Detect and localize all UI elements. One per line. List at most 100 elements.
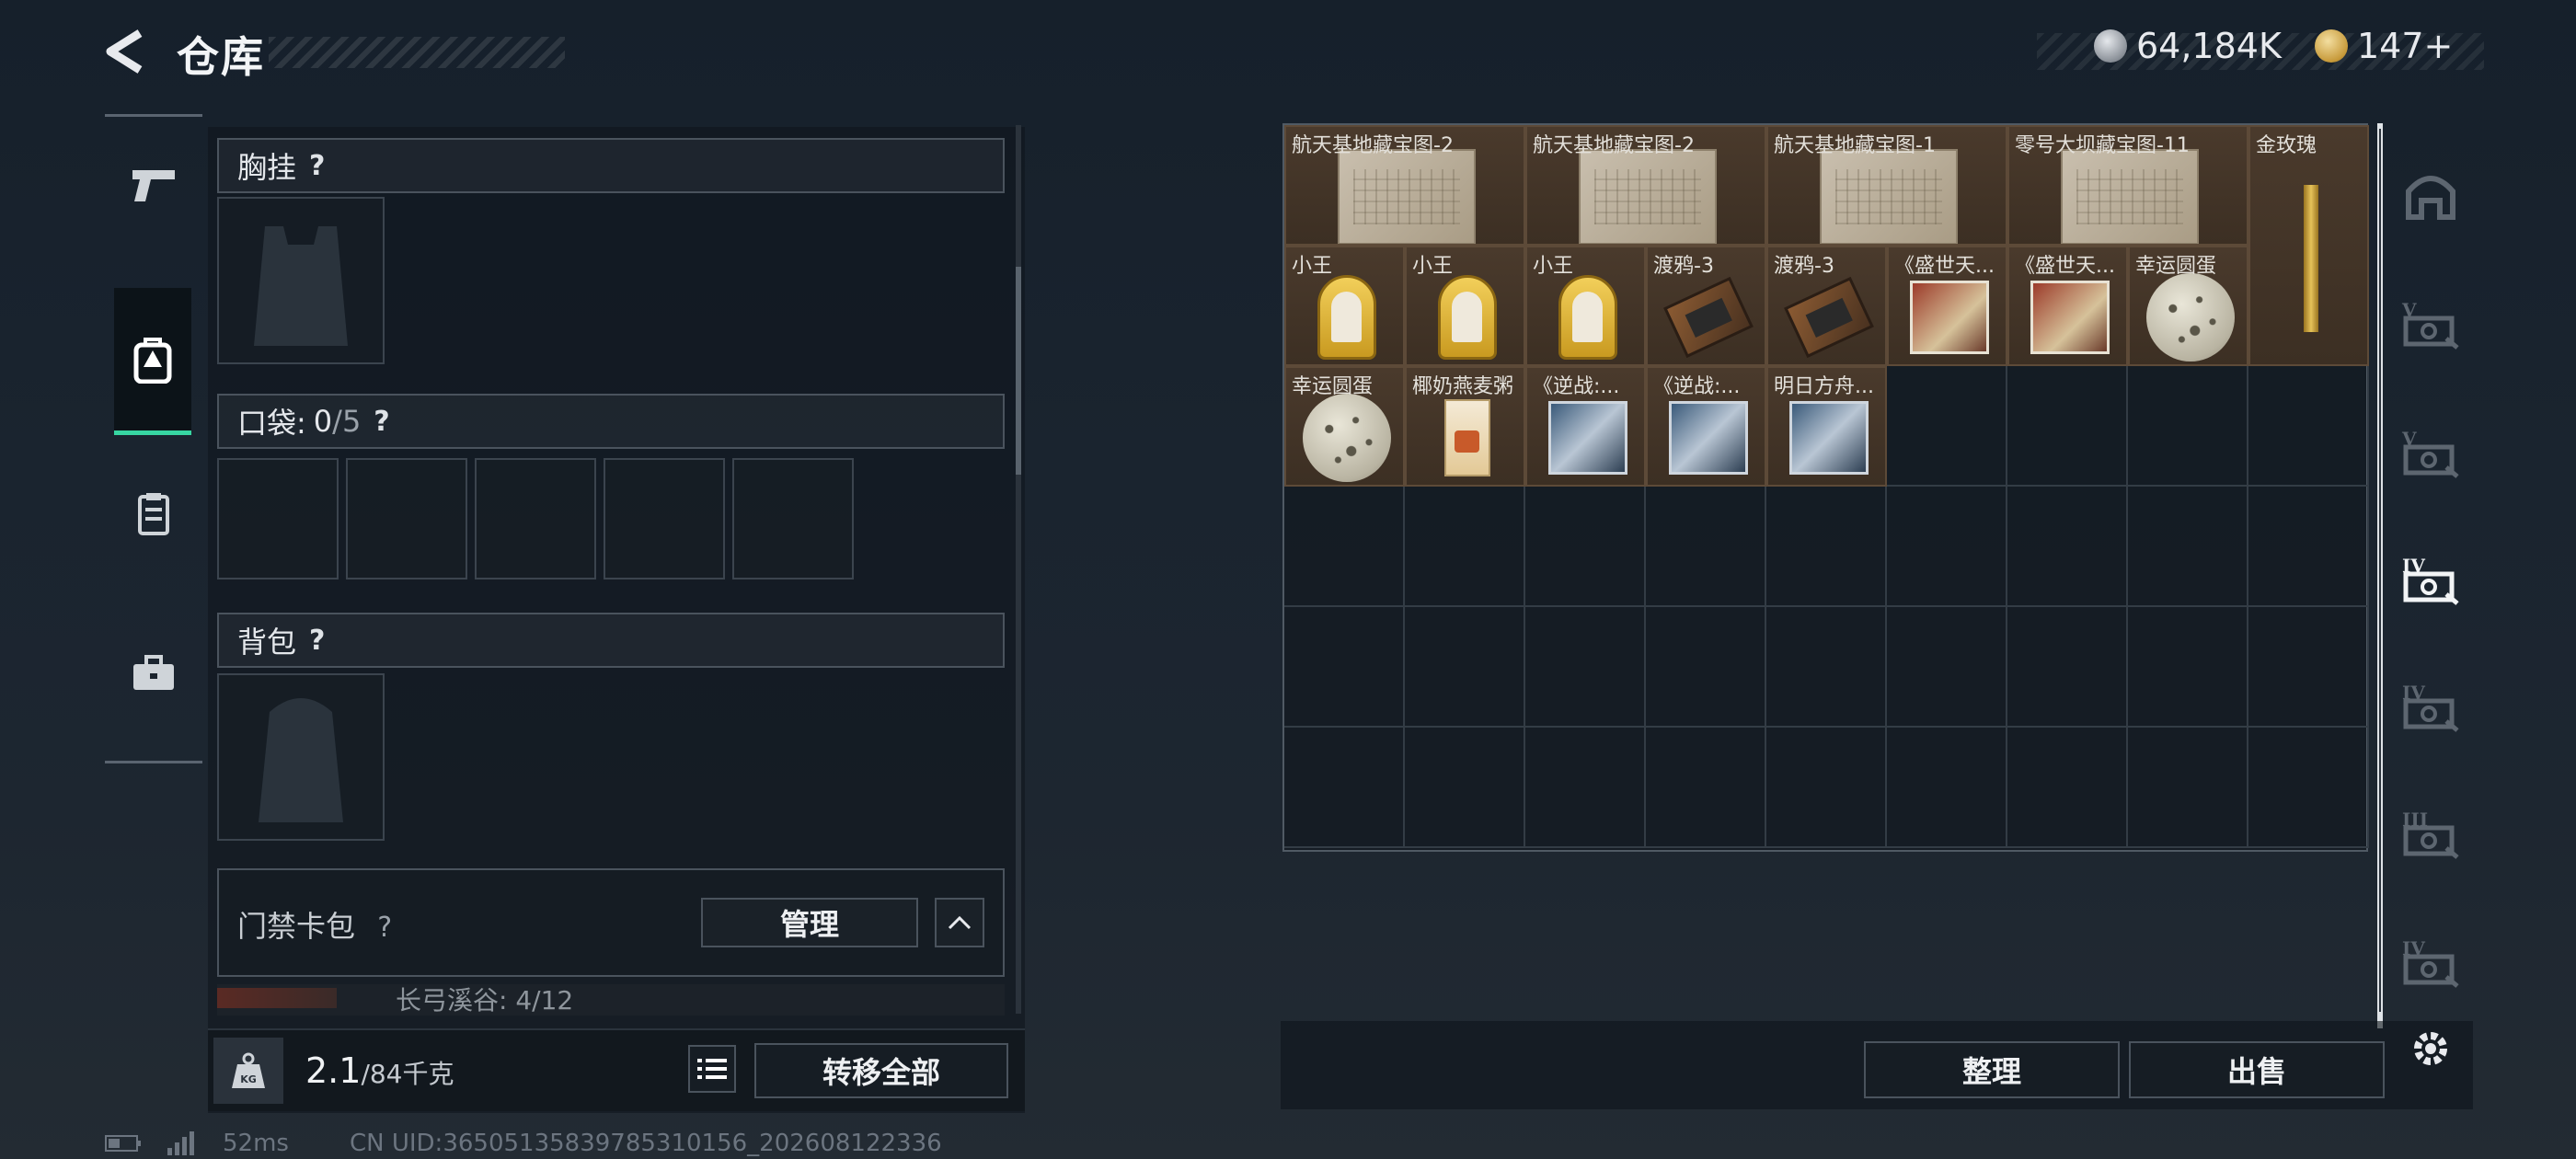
iv-tier-tab[interactable]: IV xyxy=(2398,546,2464,613)
back-button[interactable] xyxy=(103,28,149,75)
stash-item[interactable]: 小王 xyxy=(1525,246,1646,366)
gold-currency[interactable]: 147+ xyxy=(2315,26,2453,66)
map-icon xyxy=(1579,148,1717,244)
collapse-button[interactable] xyxy=(935,898,984,947)
grid-cell[interactable] xyxy=(1646,487,1766,607)
all-tab[interactable] xyxy=(2398,162,2464,228)
item-name: 航天基地藏宝图-1 xyxy=(1774,134,1936,157)
grid-cell[interactable] xyxy=(1525,607,1646,728)
pocket-slot[interactable] xyxy=(346,458,467,580)
page-title: 仓库 xyxy=(177,32,265,82)
grid-cell[interactable] xyxy=(1887,728,2007,848)
grid-cell[interactable] xyxy=(1887,366,2007,487)
iv-tier-tab-2[interactable]: IV xyxy=(2398,673,2464,740)
panel-scrollbar[interactable] xyxy=(1016,125,1021,1014)
pocket-label: 口袋: xyxy=(237,406,306,441)
stash-item[interactable]: 明日方舟... xyxy=(1766,366,1887,487)
tier-case-icon: IV xyxy=(2402,682,2459,732)
panel-scroll-thumb[interactable] xyxy=(1016,267,1021,475)
grid-cell[interactable] xyxy=(2128,607,2248,728)
grid-cell[interactable] xyxy=(2248,607,2369,728)
grid-cell[interactable] xyxy=(1766,728,1887,848)
stash-item[interactable]: 《逆战:... xyxy=(1646,366,1766,487)
grid-cell[interactable] xyxy=(1284,607,1405,728)
pocket-slot[interactable] xyxy=(732,458,854,580)
iii-tier-tab[interactable]: III xyxy=(2398,800,2464,866)
grid-cell[interactable] xyxy=(1646,728,1766,848)
grid-cell[interactable] xyxy=(1405,487,1525,607)
kg-weight-icon: KG xyxy=(232,1052,265,1088)
cereal-icon xyxy=(1443,398,1490,476)
stash-item[interactable]: 小王 xyxy=(1284,246,1405,366)
transfer-all-button[interactable]: 转移全部 xyxy=(754,1043,1008,1098)
grid-cell[interactable] xyxy=(1646,607,1766,728)
pocket-capacity: /5 xyxy=(332,404,362,439)
grid-cell[interactable] xyxy=(1887,607,2007,728)
backpack-slot[interactable] xyxy=(217,673,385,841)
grid-cell[interactable] xyxy=(2248,728,2369,848)
item-name: 《逆战:... xyxy=(1653,375,1741,398)
grid-cell[interactable] xyxy=(2128,487,2248,607)
grid-cell[interactable] xyxy=(1284,728,1405,848)
pocket-slot[interactable] xyxy=(475,458,596,580)
stash-item[interactable]: 幸运圆蛋 xyxy=(1284,366,1405,487)
backpack-label: 背包 xyxy=(237,625,297,660)
tier-case-icon: IV xyxy=(2402,555,2459,605)
grid-cell[interactable] xyxy=(2007,728,2128,848)
sort-button[interactable]: 整理 xyxy=(1864,1041,2120,1098)
chest-rig-help-icon[interactable]: ? xyxy=(309,150,325,182)
stash-item[interactable]: 金玫瑰 xyxy=(2248,125,2369,366)
manage-button[interactable]: 管理 xyxy=(701,898,918,947)
pocket-slot[interactable] xyxy=(217,458,339,580)
sell-button[interactable]: 出售 xyxy=(2129,1041,2385,1098)
pocket-slot[interactable] xyxy=(604,458,725,580)
stash-item[interactable]: 航天基地藏宝图-1 xyxy=(1766,125,2007,246)
stash-item[interactable]: 《盛世天... xyxy=(1887,246,2007,366)
stash-item[interactable]: 小王 xyxy=(1405,246,1525,366)
stash-item[interactable]: 航天基地藏宝图-2 xyxy=(1525,125,1766,246)
nav-equipment[interactable] xyxy=(114,288,191,435)
list-view-button[interactable] xyxy=(688,1045,736,1093)
grid-cell[interactable] xyxy=(2248,487,2369,607)
grid-cell[interactable] xyxy=(1405,728,1525,848)
v-tier-tab-2[interactable]: V xyxy=(2398,419,2464,486)
keycard-help-icon[interactable]: ? xyxy=(377,912,392,944)
iv-tier-tab-3[interactable]: IV xyxy=(2398,929,2464,995)
grid-cell[interactable] xyxy=(1766,487,1887,607)
chest-rig-slot[interactable] xyxy=(217,197,385,364)
stash-item[interactable]: 渡鸦-3 xyxy=(1646,246,1766,366)
grid-cell[interactable] xyxy=(1766,607,1887,728)
nav-toolkit[interactable] xyxy=(105,604,202,742)
weight-current: 2.1 xyxy=(305,1050,362,1091)
grid-cell[interactable] xyxy=(2007,607,2128,728)
nav-weapons[interactable] xyxy=(105,117,202,255)
stash-item[interactable]: 渡鸦-3 xyxy=(1766,246,1887,366)
stash-item[interactable]: 航天基地藏宝图-2 xyxy=(1284,125,1525,246)
grid-cell[interactable] xyxy=(1525,728,1646,848)
nav-supplies[interactable] xyxy=(105,444,202,582)
stash-item[interactable]: 《逆战:... xyxy=(1525,366,1646,487)
title-decoration xyxy=(269,37,565,68)
cd-icon xyxy=(1788,400,1869,475)
grid-cell[interactable] xyxy=(2128,728,2248,848)
stash-item[interactable]: 《盛世天... xyxy=(2007,246,2128,366)
grid-cell[interactable] xyxy=(1405,607,1525,728)
grid-cell[interactable] xyxy=(2007,366,2128,487)
grid-cell[interactable] xyxy=(2128,366,2248,487)
stash-item[interactable]: 幸运圆蛋 xyxy=(2128,246,2248,366)
grid-cell[interactable] xyxy=(1284,487,1405,607)
backpack-header: 背包 ? xyxy=(217,613,1005,668)
v-tier-tab[interactable]: V xyxy=(2398,291,2464,357)
item-name: 小王 xyxy=(1292,255,1333,278)
stash-item[interactable]: 椰奶燕麦粥 xyxy=(1405,366,1525,487)
pocket-help-icon[interactable]: ? xyxy=(374,406,389,438)
grid-cell[interactable] xyxy=(1887,487,2007,607)
gold-coin-icon xyxy=(2315,29,2348,63)
grid-cell[interactable] xyxy=(1525,487,1646,607)
grid-cell[interactable] xyxy=(2007,487,2128,607)
stash-item[interactable]: 零号大坝藏宝图-11 xyxy=(2007,125,2248,246)
weight-icon: KG xyxy=(213,1038,283,1104)
grid-cell[interactable] xyxy=(2248,366,2369,487)
settings-button[interactable] xyxy=(2405,1023,2456,1074)
backpack-help-icon[interactable]: ? xyxy=(309,625,325,657)
